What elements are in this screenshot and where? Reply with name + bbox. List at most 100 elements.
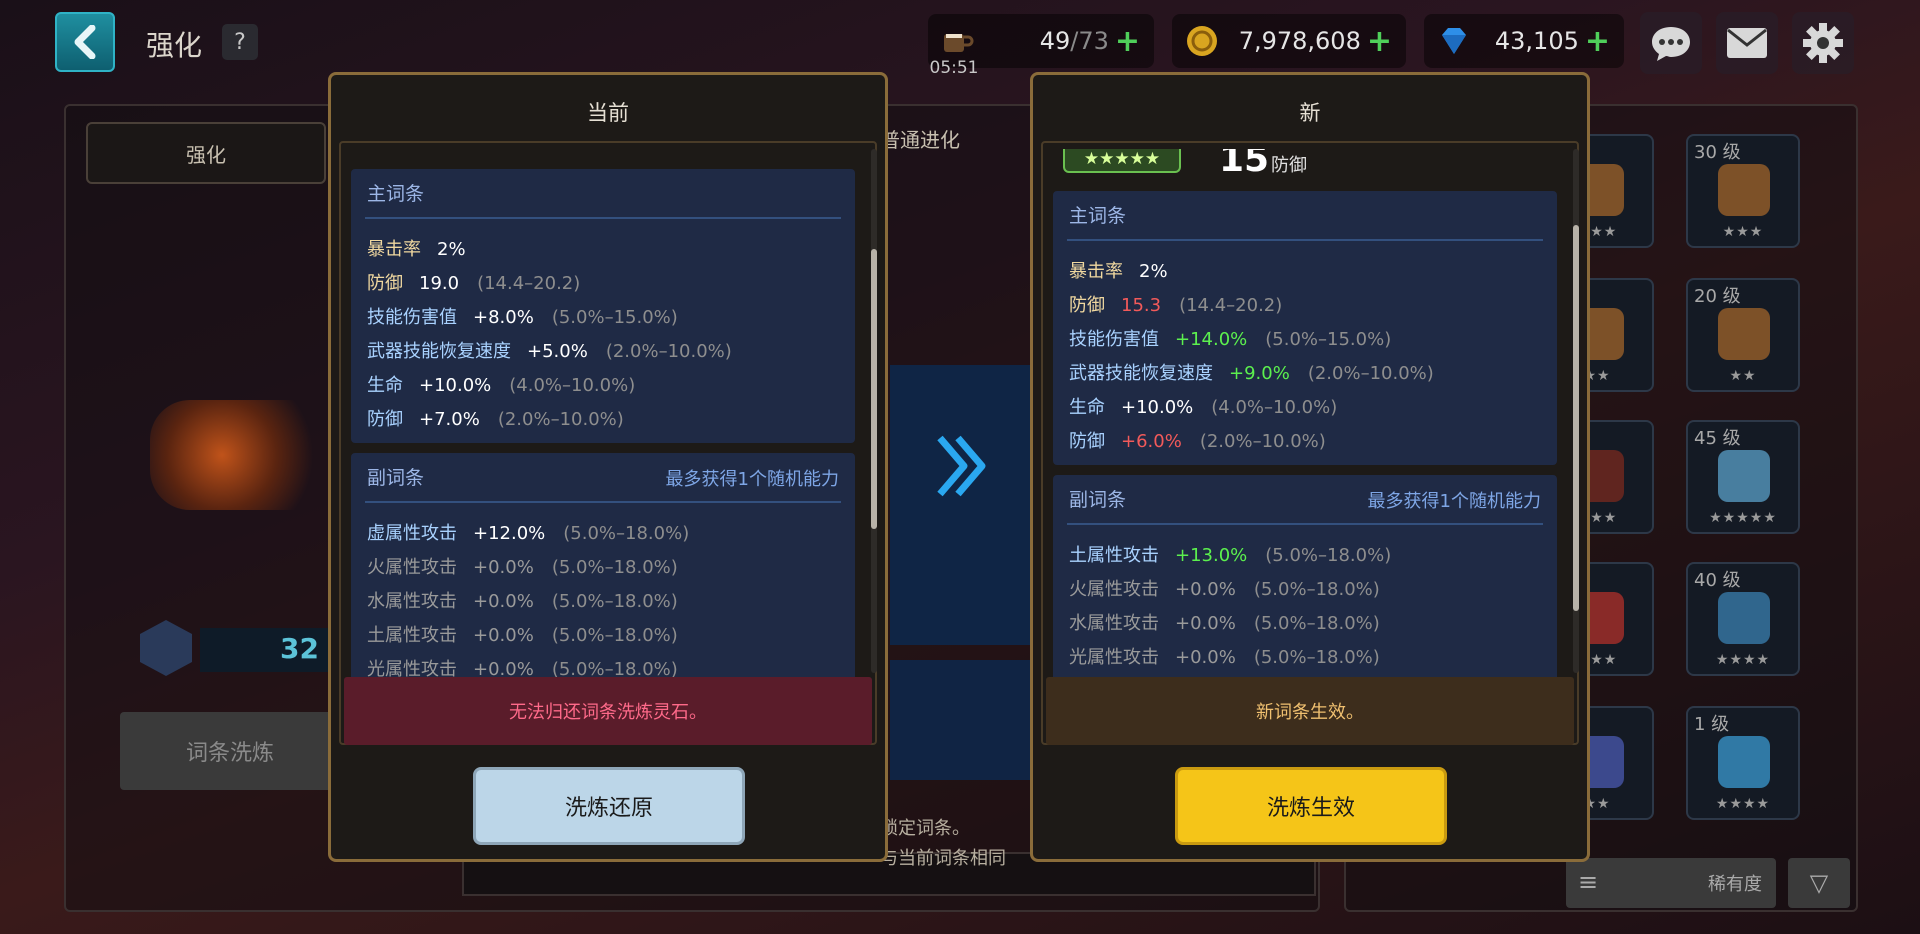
weapon-icon — [1718, 308, 1770, 360]
slot-level: 1 级 — [1694, 714, 1730, 735]
stat-value: +0.0% — [1175, 579, 1236, 600]
stat-value: +0.0% — [473, 557, 534, 578]
success-notice: 新词条生效。 — [1046, 677, 1574, 745]
stat-range: (5.0%–15.0%) — [551, 307, 678, 328]
stat-range: (5.0%–18.0%) — [551, 591, 678, 612]
inventory-slot[interactable]: 20 级 ★★ — [1686, 278, 1800, 392]
tab-enhance[interactable]: 强化 — [86, 122, 326, 184]
divider — [365, 501, 841, 503]
scrollbar-thumb[interactable] — [1573, 225, 1579, 611]
inventory-slot[interactable]: 30 级 ★★★ — [1686, 134, 1800, 248]
item-type: 防御 — [1271, 155, 1307, 176]
main-options-box: 主词条 暴击率 2% 防御 15.3 (14.4–20.2) 技能伤害值 +14.0% (5.… — [1053, 191, 1557, 465]
stat-row: 生命 +10.0% (4.0%–10.0%) — [367, 371, 635, 397]
main-options-box: 主词条 暴击率 2% 防御 19.0 (14.4–20.2) 技能伤害值 +8.0% (5.0… — [351, 169, 855, 443]
gold-counter: 7,978,608 + — [1172, 14, 1406, 68]
stat-value: +12.0% — [473, 523, 546, 544]
mail-button[interactable] — [1716, 12, 1778, 74]
gear-icon — [1803, 23, 1843, 63]
back-button[interactable] — [55, 12, 115, 72]
chat-bubble-icon — [1652, 27, 1690, 61]
stat-value: +7.0% — [419, 409, 480, 430]
gold-amount: 7,978,608 — [1238, 27, 1361, 55]
divider — [1067, 239, 1543, 241]
hint-text: 与当前词条相同 — [880, 848, 1006, 869]
stat-range: (4.0%–10.0%) — [1211, 397, 1338, 418]
stamina-max: /73 — [1070, 27, 1109, 55]
scrollbar-thumb[interactable] — [871, 249, 877, 529]
restore-button[interactable]: 洗炼还原 — [473, 767, 745, 845]
stat-value: 2% — [437, 239, 466, 260]
slot-level: 40 级 — [1694, 570, 1741, 591]
sort-dropdown[interactable]: ≡ 稀有度 — [1566, 858, 1776, 908]
stat-name: 生命 — [367, 375, 403, 396]
stat-value: +10.0% — [419, 375, 492, 396]
stat-row: 防御 15.3 (14.4–20.2) — [1069, 291, 1282, 317]
weapon-icon — [1718, 736, 1770, 788]
divider — [1067, 523, 1543, 525]
scrollbar[interactable] — [871, 149, 877, 673]
scrollbar[interactable] — [1573, 149, 1579, 673]
divider — [365, 217, 841, 219]
stat-value: +0.0% — [1175, 613, 1236, 634]
stat-value: 19.0 — [419, 273, 460, 294]
stat-range: (5.0%–18.0%) — [551, 557, 678, 578]
apply-button[interactable]: 洗炼生效 — [1175, 767, 1447, 845]
add-stamina-button[interactable]: + — [1115, 24, 1140, 59]
inventory-slot[interactable]: 45 级 ★★★★★ — [1686, 420, 1800, 534]
sub-options-note: 最多获得1个随机能力 — [665, 469, 839, 490]
settings-button[interactable] — [1792, 12, 1854, 74]
stat-range: (5.0%–18.0%) — [1253, 613, 1380, 634]
stat-name: 火属性攻击 — [367, 557, 457, 578]
tab-evolve[interactable]: 普通进化 — [880, 124, 960, 153]
add-gem-button[interactable]: + — [1585, 24, 1610, 59]
list-icon: ≡ — [1578, 868, 1599, 896]
warning-notice: 无法归还词条洗炼灵石。 — [344, 677, 872, 745]
stat-name: 暴击率 — [1069, 261, 1123, 282]
main-options-header: 主词条 — [1069, 205, 1127, 227]
stat-value: +8.0% — [473, 307, 534, 328]
stat-value: +10.0% — [1121, 397, 1194, 418]
add-gold-button[interactable]: + — [1367, 24, 1392, 59]
sub-options-box: 副词条 最多获得1个随机能力 土属性攻击 +13.0% (5.0%–18.0%) 火属… — [1053, 475, 1557, 685]
stat-name: 虚属性攻击 — [367, 523, 457, 544]
stat-row: 火属性攻击 +0.0% (5.0%–18.0%) — [367, 553, 678, 579]
new-options-scroll[interactable]: ★★★★★ 15 防御 主词条 暴击率 2% 防御 15.3 (14.4–20.2) 技能… — [1043, 149, 1573, 749]
new-options-panel: 新 ★★★★★ 15 防御 主词条 暴击率 2% 防御 15.3 (14.4–20.2)… — [1030, 72, 1590, 862]
inventory-slot[interactable]: 1 级 ★★★★ — [1686, 706, 1800, 820]
stat-range: (2.0%–10.0%) — [1199, 431, 1326, 452]
stat-range: (2.0%–10.0%) — [605, 341, 732, 362]
stat-row: 土属性攻击 +13.0% (5.0%–18.0%) — [1069, 541, 1391, 567]
stat-range: (2.0%–10.0%) — [497, 409, 624, 430]
inventory-slot[interactable]: 40 级 ★★★★ — [1686, 562, 1800, 676]
stat-range: (5.0%–18.0%) — [1253, 579, 1380, 600]
stat-value: +0.0% — [473, 625, 534, 646]
stat-range: (5.0%–18.0%) — [1265, 545, 1392, 566]
weapon-icon — [1718, 592, 1770, 644]
panel-title: 新 — [1299, 101, 1321, 125]
current-options-panel: 当前 主词条 暴击率 2% 防御 19.0 (14.4–20.2) 技能伤害值 +8.0% (… — [328, 72, 888, 862]
stat-range: (4.0%–10.0%) — [509, 375, 636, 396]
stat-row: 水属性攻击 +0.0% (5.0%–18.0%) — [1069, 609, 1380, 635]
help-button[interactable]: ? — [222, 24, 258, 60]
stat-name: 土属性攻击 — [367, 625, 457, 646]
main-options-header: 主词条 — [367, 183, 425, 205]
stat-name: 生命 — [1069, 397, 1105, 418]
stat-name: 技能伤害值 — [367, 307, 457, 328]
sub-options-header: 副词条 — [1069, 489, 1127, 511]
triangle-down-icon: ▽ — [1809, 869, 1829, 897]
sub-options-note: 最多获得1个随机能力 — [1367, 491, 1541, 512]
stat-row: 水属性攻击 +0.0% (5.0%–18.0%) — [367, 587, 678, 613]
stat-name: 土属性攻击 — [1069, 545, 1159, 566]
reroll-button[interactable]: 词条洗炼 — [120, 712, 340, 790]
double-chevron-right-icon — [934, 432, 990, 504]
stat-name: 防御 — [367, 409, 403, 430]
weapon-preview — [150, 400, 330, 510]
stat-value: +13.0% — [1175, 545, 1248, 566]
stat-row: 光属性攻击 +0.0% (5.0%–18.0%) — [1069, 643, 1380, 669]
current-options-scroll[interactable]: 主词条 暴击率 2% 防御 19.0 (14.4–20.2) 技能伤害值 +8.0% (5.0… — [341, 149, 871, 749]
chat-button[interactable] — [1640, 12, 1702, 74]
gold-coin-icon — [1187, 26, 1217, 56]
coffee-cup-icon — [944, 34, 974, 52]
filter-button[interactable]: ▽ — [1788, 858, 1850, 908]
